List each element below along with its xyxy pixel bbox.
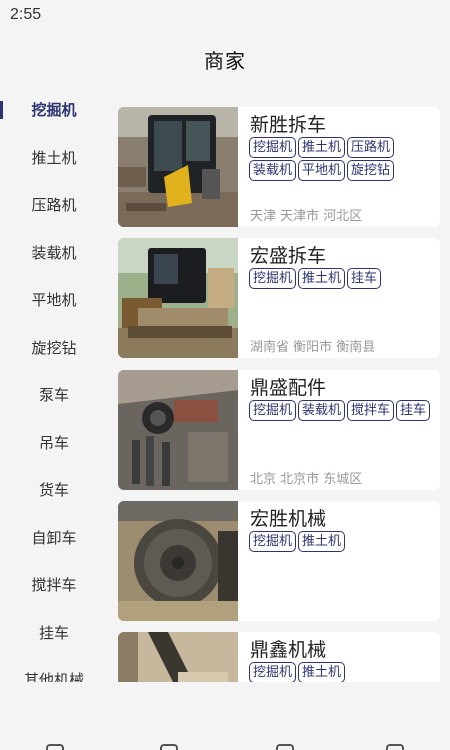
- sidebar-item-mixer-truck[interactable]: 搅拌车: [0, 561, 108, 609]
- merchant-card[interactable]: 新胜拆车 挖掘机 推土机 压路机 装载机 平地机 旋挖钻 天津 天津市 河北区: [118, 107, 440, 227]
- sidebar-item-grader[interactable]: 平地机: [0, 276, 108, 324]
- category-tag: 压路机: [347, 137, 395, 158]
- sidebar-item-label: 挖掘机: [31, 101, 77, 120]
- category-tag: 搅拌车: [347, 400, 395, 421]
- merchant-card[interactable]: 宏胜机械 挖掘机 推土机: [118, 501, 440, 621]
- category-tag: 挂车: [396, 400, 431, 421]
- sidebar-item-rotary-drill[interactable]: 旋挖钻: [0, 324, 108, 372]
- status-time: 2:55: [10, 6, 42, 23]
- merchant-name: 宏盛拆车: [250, 245, 327, 267]
- sidebar-item-road-roller[interactable]: 压路机: [0, 181, 108, 229]
- merchant-location: 天津 天津市 河北区: [250, 209, 363, 224]
- category-tags: 挖掘机 推土机: [249, 531, 437, 552]
- category-tag: 装载机: [249, 160, 297, 181]
- sidebar-item-label: 旋挖钻: [31, 338, 77, 357]
- sidebar-item-label: 其他机械: [23, 671, 84, 682]
- merchant-photo: [118, 632, 238, 682]
- message-tab-icon[interactable]: [276, 744, 294, 750]
- category-tag: 推土机: [298, 137, 346, 158]
- sidebar-item-pump-truck[interactable]: 泵车: [0, 371, 108, 419]
- sidebar-item-label: 压路机: [31, 196, 77, 215]
- sidebar-item-label: 搅拌车: [31, 576, 77, 595]
- merchant-photo: [118, 501, 238, 621]
- sidebar-item-label: 泵车: [38, 386, 69, 405]
- category-tag: 挖掘机: [249, 268, 297, 289]
- page-title: 商家: [204, 48, 246, 73]
- merchant-location: 北京 北京市 东城区: [250, 472, 363, 487]
- category-tags: 挖掘机 推土机 压路机 装载机 平地机 旋挖钻: [249, 137, 437, 181]
- merchant-card[interactable]: 鼎鑫机械 挖掘机 推土机: [118, 632, 440, 682]
- sidebar-item-dump-truck[interactable]: 自卸车: [0, 514, 108, 562]
- merchant-photo: [118, 107, 238, 227]
- category-tag: 挖掘机: [249, 662, 297, 682]
- sidebar-item-truck[interactable]: 货车: [0, 466, 108, 514]
- category-tag: 旋挖钻: [347, 160, 395, 181]
- sidebar-item-excavator[interactable]: 挖掘机: [0, 86, 108, 134]
- sidebar-item-label: 挂车: [38, 623, 69, 642]
- sidebar-item-label: 货车: [38, 481, 69, 500]
- sidebar-item-label: 自卸车: [31, 528, 77, 547]
- sidebar-item-bulldozer[interactable]: 推土机: [0, 134, 108, 182]
- status-bar: 2:55: [0, 0, 450, 32]
- category-tag: 平地机: [298, 160, 346, 181]
- category-sidebar: 挖掘机 推土机 压路机 装载机 平地机 旋挖钻 泵车 吊车 货车 自卸车 搅拌车…: [0, 86, 108, 682]
- merchant-list: 新胜拆车 挖掘机 推土机 压路机 装载机 平地机 旋挖钻 天津 天津市 河北区: [108, 86, 450, 682]
- category-tag: 挖掘机: [249, 531, 297, 552]
- category-tag: 挂车: [347, 268, 382, 289]
- sidebar-item-loader[interactable]: 装载机: [0, 229, 108, 277]
- category-tag: 推土机: [298, 268, 346, 289]
- sidebar-item-crane[interactable]: 吊车: [0, 419, 108, 467]
- home-tab-icon[interactable]: [46, 744, 64, 750]
- category-tag: 挖掘机: [249, 400, 297, 421]
- sidebar-item-other-machinery[interactable]: 其他机械: [0, 656, 108, 682]
- sidebar-item-label: 平地机: [31, 291, 77, 310]
- merchant-name: 宏胜机械: [250, 508, 327, 530]
- category-tags: 挖掘机 推土机 挂车: [249, 268, 437, 289]
- sidebar-item-trailer[interactable]: 挂车: [0, 609, 108, 657]
- merchant-name: 鼎盛配件: [250, 377, 327, 399]
- merchant-name: 鼎鑫机械: [250, 639, 327, 661]
- sidebar-item-label: 吊车: [38, 433, 69, 452]
- merchant-photo: [118, 238, 238, 358]
- category-tag: 推土机: [298, 662, 346, 682]
- category-tag: 装载机: [298, 400, 346, 421]
- bottom-tab-bar: [0, 682, 450, 750]
- merchant-card[interactable]: 鼎盛配件 挖掘机 装载机 搅拌车 挂车 北京 北京市 东城区: [118, 370, 440, 490]
- profile-tab-icon[interactable]: [386, 744, 404, 750]
- category-tags: 挖掘机 推土机: [249, 662, 437, 682]
- category-tag: 挖掘机: [249, 137, 297, 158]
- category-tags: 挖掘机 装载机 搅拌车 挂车: [249, 400, 437, 421]
- header: 商家: [0, 32, 450, 86]
- category-tab-icon[interactable]: [160, 744, 178, 750]
- merchant-name: 新胜拆车: [250, 114, 327, 136]
- category-tag: 推土机: [298, 531, 346, 552]
- merchant-location: 湖南省 衡阳市 衡南县: [250, 340, 376, 355]
- sidebar-item-label: 装载机: [31, 243, 77, 262]
- merchant-photo: [118, 370, 238, 490]
- merchant-card[interactable]: 宏盛拆车 挖掘机 推土机 挂车 湖南省 衡阳市 衡南县: [118, 238, 440, 358]
- sidebar-item-label: 推土机: [31, 148, 77, 167]
